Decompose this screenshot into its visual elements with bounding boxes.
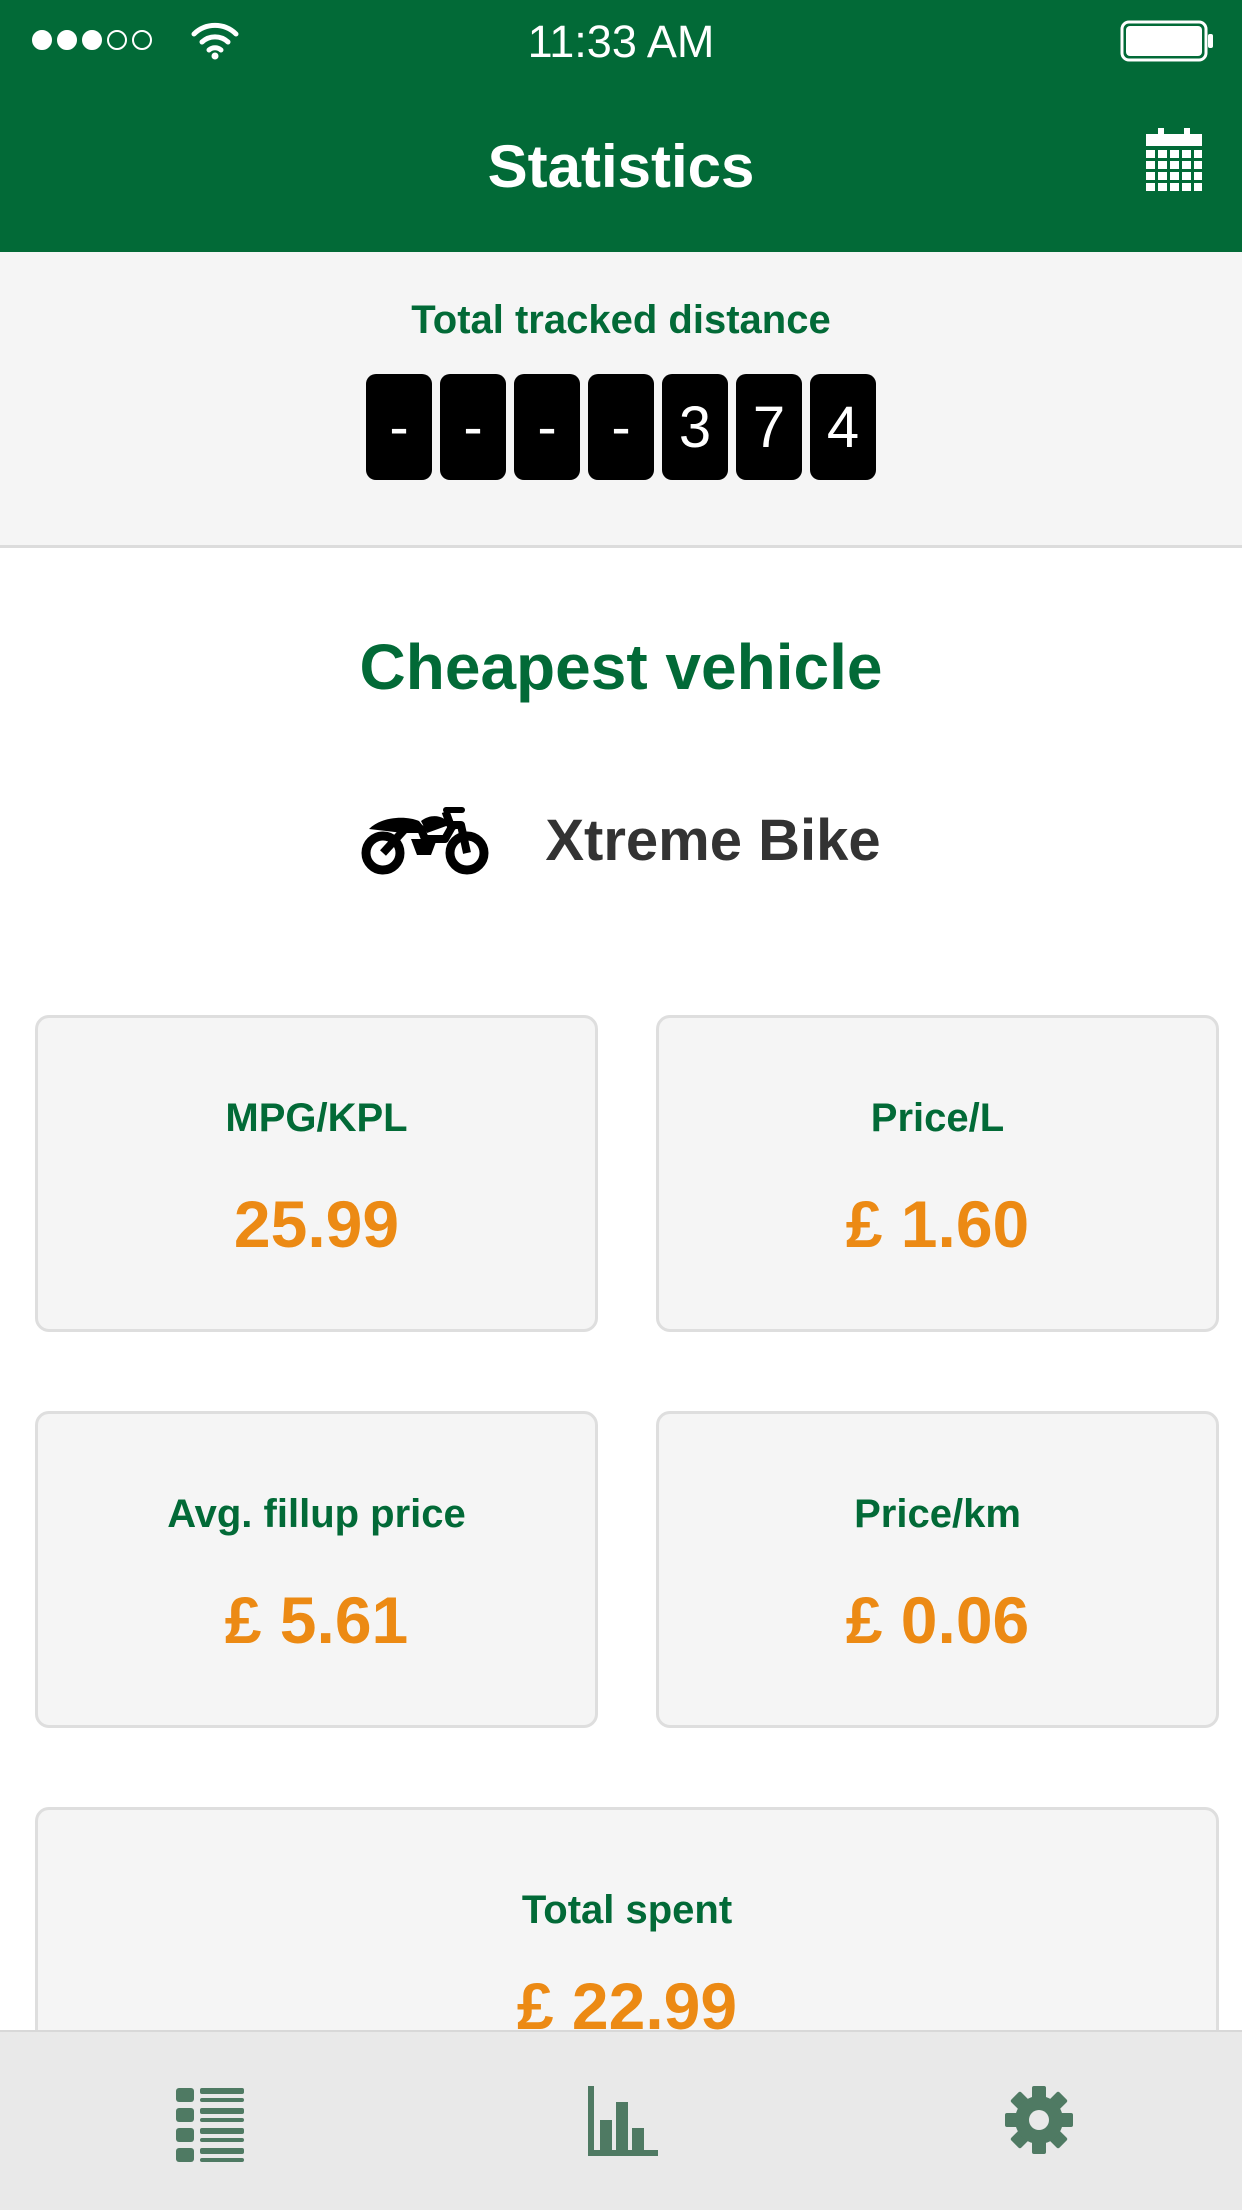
distance-label: Total tracked distance (411, 298, 831, 342)
stat-label: Price/L (870, 1096, 1005, 1140)
odometer-digit: 7 (736, 374, 802, 480)
status-bar: 11:33 AM (0, 0, 1242, 82)
odometer-digit: - (440, 374, 506, 480)
motorcycle-icon (361, 807, 489, 875)
stat-value: £ 1.60 (845, 1187, 1030, 1261)
bar-chart-icon (588, 2086, 658, 2156)
navigation-bar: Statistics (0, 82, 1242, 252)
stat-card-avg-fillup: Avg. fillup price £ 5.61 (35, 1411, 598, 1728)
stat-value: £ 0.06 (845, 1583, 1030, 1657)
vehicle-name: Xtreme Bike (545, 807, 881, 873)
cheapest-vehicle-title: Cheapest vehicle (359, 631, 883, 703)
stat-label: Price/km (854, 1492, 1021, 1536)
stat-card-price-per-litre: Price/L £ 1.60 (656, 1015, 1219, 1332)
tab-statistics[interactable] (588, 2086, 658, 2161)
gear-icon (1005, 2086, 1073, 2154)
distance-section: Total tracked distance - - - - 3 7 4 (0, 252, 1242, 548)
tab-bar (0, 2030, 1242, 2210)
stat-label: MPG/KPL (225, 1096, 408, 1140)
tab-list[interactable] (176, 2086, 244, 2167)
page-title: Statistics (487, 133, 755, 200)
calendar-icon (1146, 128, 1202, 191)
calendar-button[interactable] (1144, 128, 1204, 192)
status-time: 11:33 AM (527, 16, 715, 67)
tab-settings[interactable] (1005, 2086, 1073, 2159)
stat-label: Total spent (521, 1888, 733, 1932)
odometer-digit: 4 (810, 374, 876, 480)
odometer-digit: 3 (662, 374, 728, 480)
list-icon (176, 2088, 244, 2162)
vehicle-row: Xtreme Bike (0, 795, 1242, 885)
stat-label: Avg. fillup price (167, 1492, 466, 1536)
odometer-digit: - (514, 374, 580, 480)
stat-value: £ 5.61 (224, 1583, 409, 1657)
stat-value: 25.99 (233, 1187, 400, 1261)
odometer-digit: - (588, 374, 654, 480)
odometer-digit: - (366, 374, 432, 480)
stat-card-mpg: MPG/KPL 25.99 (35, 1015, 598, 1332)
stat-card-price-per-km: Price/km £ 0.06 (656, 1411, 1219, 1728)
odometer: - - - - 3 7 4 (0, 374, 1242, 480)
battery-icon (1120, 20, 1213, 62)
